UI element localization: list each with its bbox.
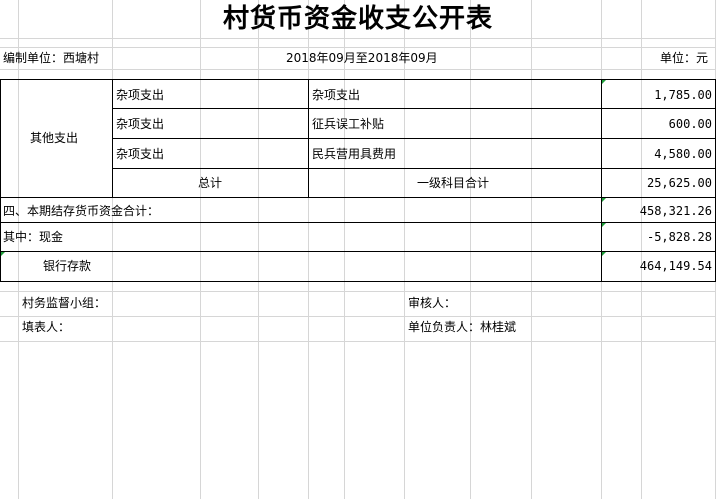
row-amount: 4,580.00 <box>654 147 712 161</box>
cell-marker <box>602 223 606 227</box>
summary-label: 银行存款 <box>43 259 92 273</box>
row-item: 征兵误工补贴 <box>312 117 385 131</box>
compiling-unit: 编制单位：西塘村 <box>3 51 100 65</box>
summary-label: 四、本期结存货币资金合计： <box>3 204 160 218</box>
row-amount: 600.00 <box>668 117 712 131</box>
summary-label: 其中：现金 <box>3 230 64 244</box>
supervision-label: 村务监督小组： <box>22 296 107 310</box>
row-amount: 1,785.00 <box>654 88 712 102</box>
reviewer-label: 审核人： <box>408 296 457 310</box>
group-label: 其他支出 <box>30 131 79 145</box>
summary-amount: 458,321.26 <box>639 204 712 218</box>
cell-marker <box>1 252 5 256</box>
row-item: 民兵营用具费用 <box>312 147 397 161</box>
total-sub-label: 一级科目合计 <box>417 176 490 190</box>
responsible-label: 单位负责人：林桂斌 <box>408 320 517 334</box>
page-title: 村货币资金收支公开表 <box>222 4 493 34</box>
cell-marker <box>602 252 606 256</box>
summary-amount: -5,828.28 <box>646 230 712 244</box>
report-period: 2018年09月至2018年09月 <box>286 51 438 65</box>
total-amount: 25,625.00 <box>646 176 712 190</box>
cell-marker <box>602 198 606 202</box>
row-category: 杂项支出 <box>116 147 165 161</box>
total-label: 总计 <box>198 176 223 190</box>
row-category: 杂项支出 <box>116 88 165 102</box>
summary-amount: 464,149.54 <box>639 259 712 273</box>
preparer-label: 填表人： <box>22 320 71 334</box>
row-item: 杂项支出 <box>312 88 361 102</box>
currency-unit: 单位：元 <box>660 51 709 65</box>
row-category: 杂项支出 <box>116 117 165 131</box>
cell-marker <box>602 80 606 84</box>
